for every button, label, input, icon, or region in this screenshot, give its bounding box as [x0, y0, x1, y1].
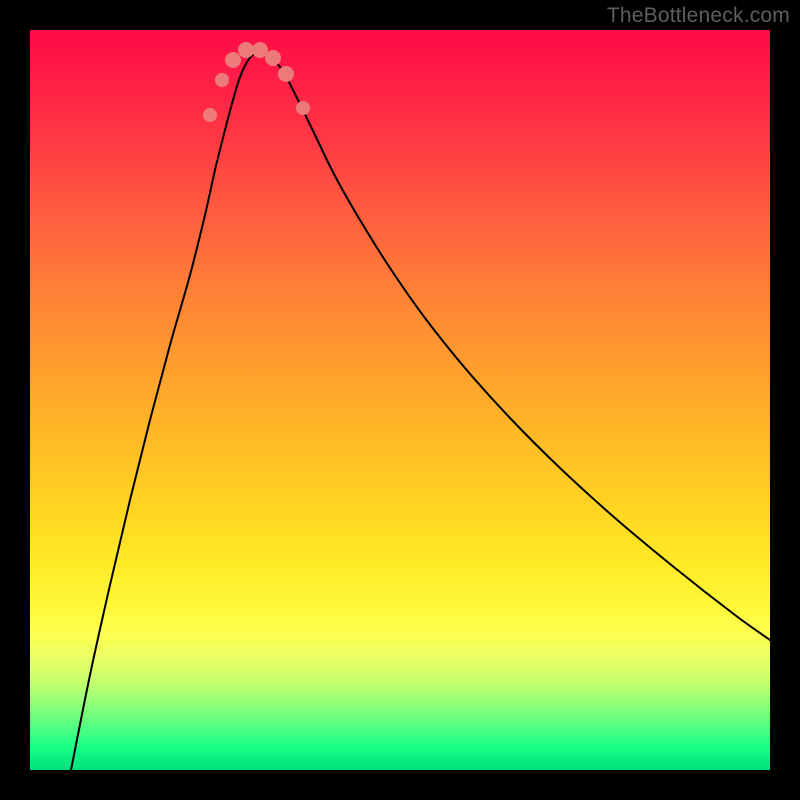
- dot-p7: [278, 66, 294, 82]
- highlight-dots: [203, 42, 310, 122]
- dot-p3: [225, 52, 241, 68]
- dot-p6: [265, 50, 281, 66]
- watermark-text: TheBottleneck.com: [607, 4, 790, 28]
- bottleneck-curve: [71, 53, 770, 770]
- chart-frame: TheBottleneck.com: [0, 0, 800, 800]
- curve-layer: [30, 30, 770, 770]
- dot-p1: [203, 108, 217, 122]
- plot-area: [30, 30, 770, 770]
- dot-p8: [296, 101, 310, 115]
- dot-p2: [215, 73, 229, 87]
- dot-p4: [238, 42, 254, 58]
